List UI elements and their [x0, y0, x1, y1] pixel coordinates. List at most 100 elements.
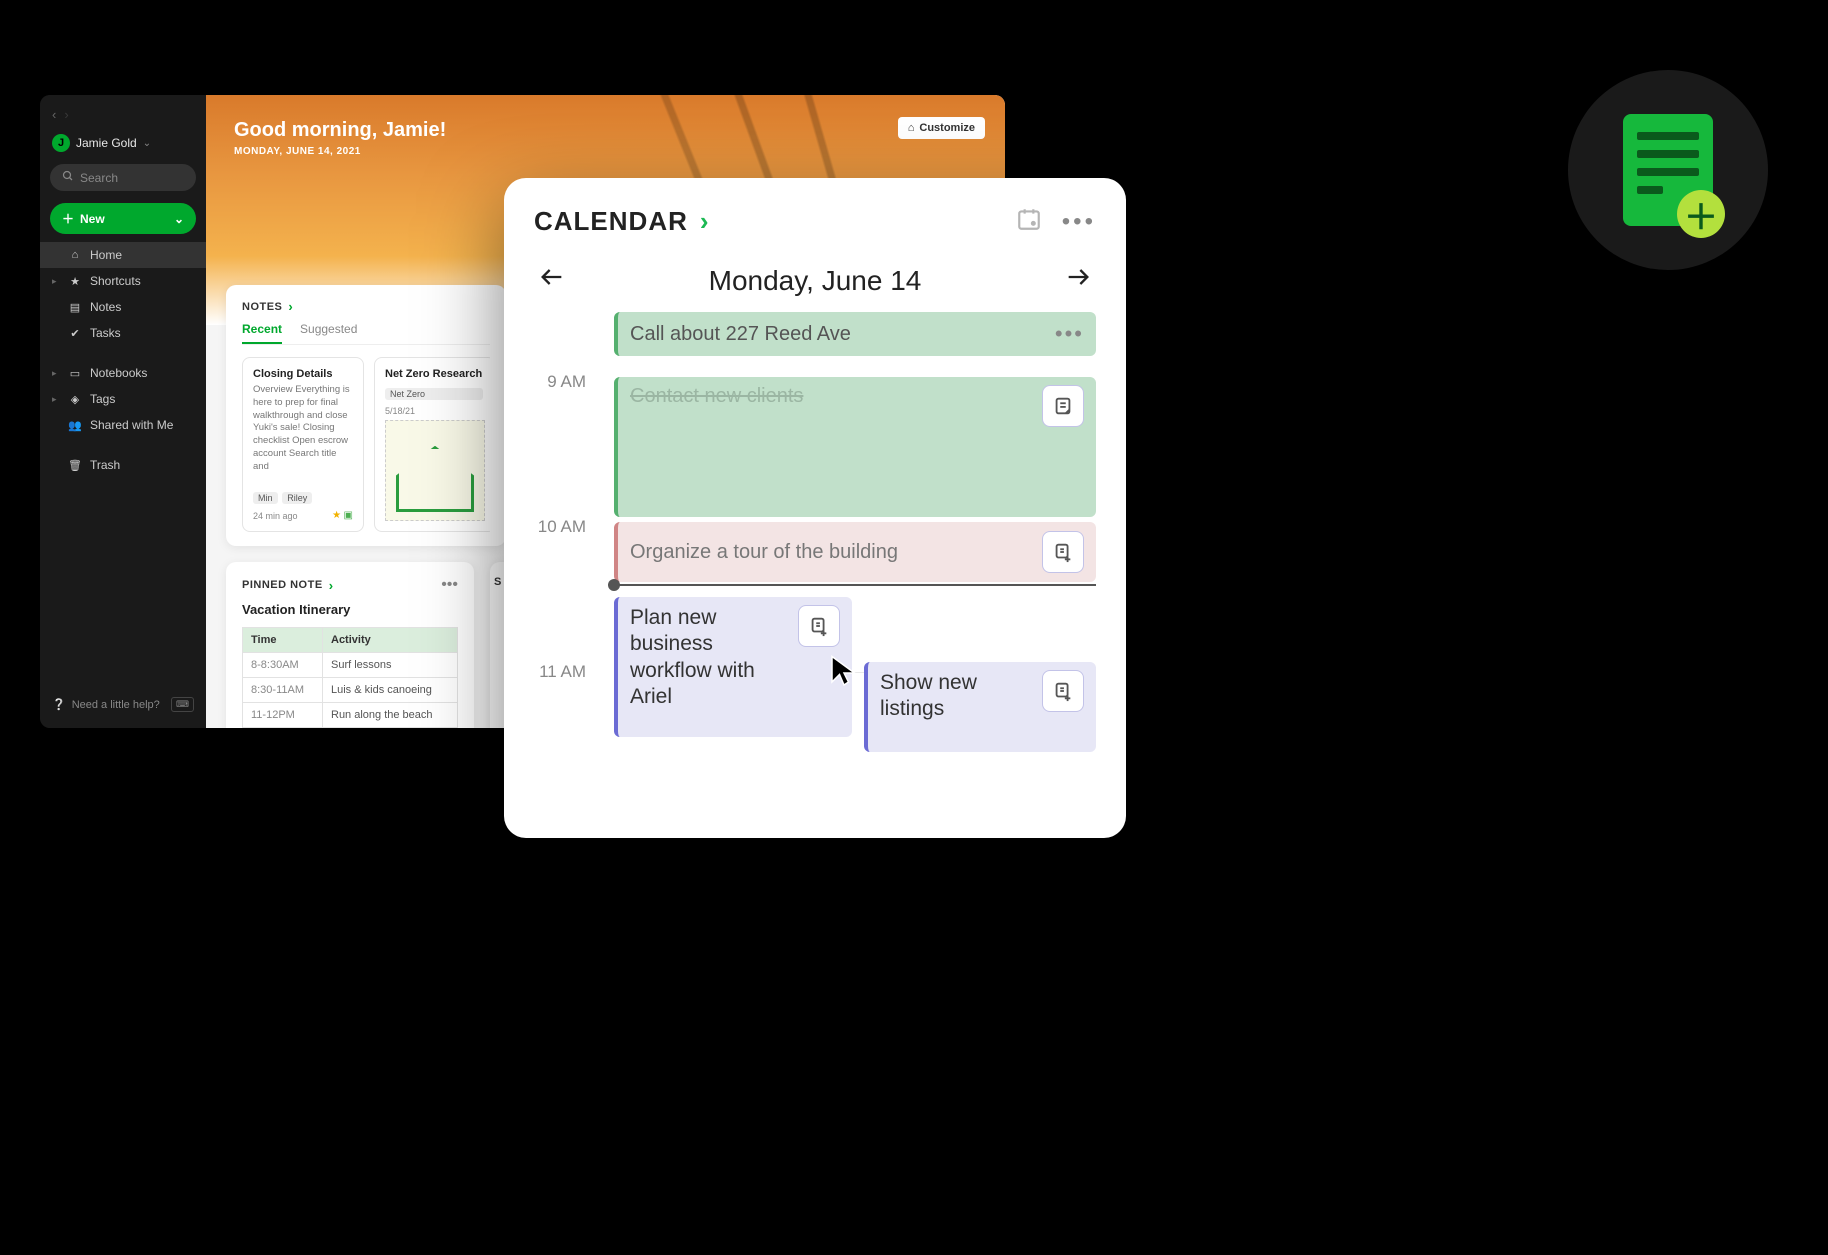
more-icon[interactable]: •••	[441, 576, 458, 594]
nav-back-icon[interactable]: ‹	[52, 107, 56, 122]
event-title: Contact new clients	[630, 385, 1042, 408]
search-input[interactable]: Search	[50, 164, 196, 191]
event-title: Call about 227 Reed Ave	[630, 323, 1055, 346]
search-placeholder: Search	[80, 171, 118, 185]
next-day-button[interactable]	[1060, 263, 1096, 298]
new-note-badge[interactable]: ＋	[1568, 70, 1768, 270]
table-header: Time	[243, 628, 323, 653]
user-menu[interactable]: J Jamie Gold ⌄	[40, 126, 206, 160]
sidebar-item-label: Shared with Me	[90, 418, 173, 432]
tab-recent[interactable]: Recent	[242, 322, 282, 344]
sidebar-item-home[interactable]: ⌂ Home	[40, 242, 206, 268]
check-icon: ✔	[68, 327, 82, 340]
chevron-right-icon[interactable]: ›	[700, 206, 709, 237]
sidebar-item-label: Notes	[90, 300, 121, 314]
pinned-note-widget: PINNED NOTE › ••• Vacation Itinerary Tim…	[226, 562, 474, 728]
customize-button[interactable]: ⌂ Customize	[898, 117, 985, 139]
table-header: Activity	[323, 628, 458, 653]
table-row: 8-8:30AMSurf lessons	[243, 653, 458, 678]
calendar-date: Monday, June 14	[709, 265, 922, 297]
prev-day-button[interactable]	[534, 263, 570, 298]
tag-icon: ◈	[68, 393, 82, 406]
plus-icon: ＋	[1677, 190, 1725, 238]
chevron-down-icon: ⌄	[174, 212, 184, 226]
chevron-right-icon[interactable]: ›	[288, 299, 293, 314]
event-title: Show new listings	[880, 670, 1042, 723]
help-label[interactable]: Need a little help?	[72, 699, 160, 711]
notes-widget: NOTES › Recent Suggested Closing Details…	[226, 285, 506, 546]
sidebar-item-shared[interactable]: 👥 Shared with Me	[40, 412, 206, 438]
more-icon[interactable]: •••	[1062, 208, 1096, 236]
open-note-button[interactable]	[1042, 385, 1084, 427]
star-icon: ★	[68, 275, 82, 288]
chevron-right-icon[interactable]: ›	[329, 578, 334, 593]
note-card[interactable]: Net Zero Research Net Zero 5/18/21	[374, 357, 490, 532]
home-icon: ⌂	[68, 249, 82, 261]
sidebar-item-label: Tags	[90, 392, 115, 406]
table-row: 8:30-11AMLuis & kids canoeing	[243, 678, 458, 703]
table-header-row: Time Activity	[243, 628, 458, 653]
event-title: Organize a tour of the building	[630, 541, 1042, 564]
sidebar-item-tasks[interactable]: ✔ Tasks	[40, 320, 206, 346]
plus-icon: ＋	[62, 210, 74, 227]
notes-widget-title[interactable]: NOTES	[242, 301, 282, 313]
add-note-button[interactable]	[1042, 531, 1084, 573]
table-row: 11-12PMRun along the beach	[243, 703, 458, 728]
sidebar-item-notes[interactable]: ▤ Notes	[40, 294, 206, 320]
customize-label: Customize	[919, 122, 975, 134]
calendar-icon[interactable]	[1016, 206, 1042, 237]
user-avatar: J	[52, 134, 70, 152]
search-icon	[62, 170, 74, 185]
greeting: Good morning, Jamie!	[234, 119, 977, 142]
itinerary-table: Time Activity 8-8:30AMSurf lessons 8:30-…	[242, 627, 458, 728]
widget-title-letter: S	[494, 576, 501, 588]
sidebar-item-label: Notebooks	[90, 366, 147, 380]
keyboard-icon[interactable]: ⌨	[171, 697, 194, 712]
note-tag: Riley	[282, 492, 312, 504]
hour-label: 9 AM	[534, 372, 592, 392]
more-icon[interactable]: •••	[1055, 321, 1084, 347]
hero-date: MONDAY, JUNE 14, 2021	[234, 146, 977, 157]
help-icon[interactable]: ❔	[52, 698, 66, 711]
tab-suggested[interactable]: Suggested	[300, 322, 357, 344]
people-icon: 👥	[68, 419, 82, 432]
note-body: Overview Everything is here to prep for …	[253, 384, 353, 492]
event-title: Plan new business workflow with Ariel	[630, 605, 798, 710]
sidebar-item-notebooks[interactable]: ▸▭ Notebooks	[40, 360, 206, 386]
note-icon: ▤	[68, 301, 82, 314]
calendar-event[interactable]: Show new listings	[864, 662, 1096, 752]
chevron-down-icon: ⌄	[143, 138, 151, 149]
calendar-event[interactable]: Organize a tour of the building	[614, 522, 1096, 582]
table-row: 12-1PMLunch	[243, 728, 458, 729]
new-button-label: New	[80, 212, 105, 226]
sidebar-item-label: Tasks	[90, 326, 121, 340]
sidebar-item-label: Shortcuts	[90, 274, 141, 288]
sidebar-item-trash[interactable]: 🗑 Trash	[40, 452, 206, 478]
now-indicator	[614, 584, 1096, 586]
sidebar-item-shortcuts[interactable]: ▸ ★ Shortcuts	[40, 268, 206, 294]
calendar-event-allday[interactable]: Call about 227 Reed Ave •••	[614, 312, 1096, 356]
note-card[interactable]: Closing Details Overview Everything is h…	[242, 357, 364, 532]
calendar-widget: CALENDAR › ••• Monday, June 14 9 AM 10 A…	[504, 178, 1126, 838]
nav-forward-icon[interactable]: ›	[64, 107, 68, 122]
pinned-widget-title[interactable]: PINNED NOTE	[242, 579, 323, 591]
add-note-button[interactable]	[1042, 670, 1084, 712]
home-icon: ⌂	[908, 122, 915, 134]
sidebar-item-tags[interactable]: ▸◈ Tags	[40, 386, 206, 412]
sidebar-item-label: Trash	[90, 458, 120, 472]
hour-label: 10 AM	[534, 517, 592, 537]
note-title: Closing Details	[253, 368, 353, 380]
calendar-title[interactable]: CALENDAR	[534, 206, 688, 237]
note-thumbnail	[385, 420, 485, 521]
new-button[interactable]: ＋ New ⌄	[50, 203, 196, 234]
caret-right-icon: ▸	[52, 276, 60, 287]
caret-right-icon: ▸	[52, 368, 60, 379]
note-date: 5/18/21	[385, 406, 485, 416]
calendar-event[interactable]: Contact new clients	[614, 377, 1096, 517]
note-tag: Min	[253, 492, 278, 504]
note-tag: Net Zero	[385, 388, 483, 400]
add-note-button[interactable]	[798, 605, 840, 647]
pinned-note-title[interactable]: Vacation Itinerary	[242, 602, 458, 617]
cursor-icon	[826, 652, 862, 688]
calendar-event[interactable]: Plan new business workflow with Ariel	[614, 597, 852, 737]
